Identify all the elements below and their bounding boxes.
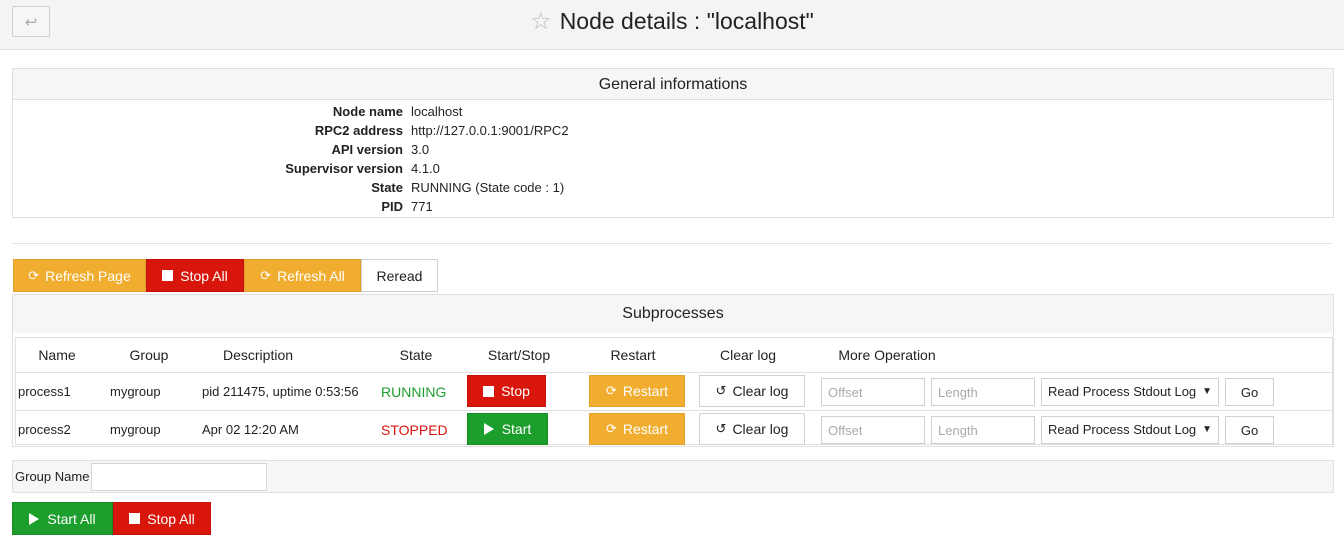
reread-label: Reread — [376, 267, 423, 284]
general-info-panel: General informations Node name localhost… — [12, 68, 1334, 218]
column-header-state: State — [399, 347, 433, 363]
restart-button[interactable]: ⟳ Restart — [589, 375, 685, 407]
refresh-icon: ⟳ — [605, 383, 617, 398]
page-title: Node details : "localhost" — [559, 7, 814, 34]
stop-icon — [162, 270, 174, 281]
info-value: http://127.0.0.1:9001/RPC2 — [411, 123, 569, 138]
table-row: process2 mygroup Apr 02 12:20 AM STOPPED… — [16, 410, 1332, 448]
info-row-node-name: Node name localhost — [13, 102, 1333, 121]
info-key: PID — [381, 199, 403, 214]
general-info-heading: General informations — [13, 69, 1333, 100]
info-key: Node name — [332, 104, 403, 119]
process-state: STOPPED — [381, 422, 448, 438]
clear-log-button[interactable]: ↺ Clear log — [699, 375, 805, 407]
length-input[interactable] — [931, 378, 1035, 406]
subprocesses-heading: Subprocesses — [13, 295, 1333, 333]
stop-all-button[interactable]: Stop All — [146, 259, 244, 292]
restart-label: Restart — [622, 383, 669, 399]
info-value: 4.1.0 — [411, 161, 440, 176]
info-value: 3.0 — [411, 142, 430, 157]
column-header-restart: Restart — [610, 347, 656, 363]
refresh-all-label: Refresh All — [277, 267, 345, 284]
subprocesses-panel: Subprocesses Name Group Description Stat… — [12, 294, 1334, 447]
clear-log-label: Clear log — [732, 383, 789, 399]
clear-log-label: Clear log — [732, 421, 789, 437]
stop-label: Stop — [501, 383, 530, 399]
process-description: Apr 02 12:20 AM — [202, 422, 299, 437]
operation-select-value: Read Process Stdout Log — [1048, 422, 1197, 437]
info-row-state: State RUNNING (State code : 1) — [13, 178, 1333, 197]
page-title-wrap: ☆ Node details : "localhost" — [0, 0, 1344, 42]
group-name-input[interactable] — [91, 463, 267, 491]
column-header-description: Description — [222, 347, 294, 363]
operation-select-value: Read Process Stdout Log — [1048, 384, 1197, 399]
column-header-more-operation: More Operation — [838, 347, 936, 363]
length-input[interactable] — [931, 416, 1035, 444]
star-icon[interactable]: ☆ — [530, 7, 552, 36]
column-header-name: Name — [38, 347, 76, 363]
table-row: process1 mygroup pid 211475, uptime 0:53… — [16, 372, 1332, 410]
play-icon — [483, 423, 494, 435]
offset-input[interactable] — [821, 416, 925, 444]
process-group: mygroup — [110, 422, 161, 437]
subprocesses-table: Name Group Description State Start/Stop … — [15, 337, 1333, 445]
stop-all-label: Stop All — [147, 510, 195, 527]
stop-process-button[interactable]: Stop — [467, 375, 546, 407]
process-name: process1 — [18, 384, 71, 399]
play-icon — [29, 512, 40, 525]
clear-log-button[interactable]: ↺ Clear log — [699, 413, 805, 445]
stop-all-group-button[interactable]: Stop All — [113, 502, 211, 535]
start-process-button[interactable]: Start — [467, 413, 548, 445]
process-description: pid 211475, uptime 0:53:56 — [202, 384, 359, 399]
info-key: Supervisor version — [285, 161, 403, 176]
process-state: RUNNING — [381, 384, 447, 400]
info-value: localhost — [411, 104, 463, 119]
refresh-icon: ⟳ — [260, 267, 272, 283]
offset-input[interactable] — [821, 378, 925, 406]
operation-select[interactable]: Read Process Stdout Log ▼ — [1041, 416, 1219, 444]
column-header-clear-log: Clear log — [719, 347, 777, 363]
start-label: Start — [501, 421, 532, 437]
top-bar: ↩ ☆ Node details : "localhost" — [0, 0, 1344, 50]
info-key: API version — [331, 142, 403, 157]
info-key: State — [371, 180, 403, 195]
history-icon: ↺ — [715, 421, 727, 436]
refresh-page-label: Refresh Page — [45, 267, 131, 284]
info-key: RPC2 address — [314, 123, 403, 138]
process-name: process2 — [18, 422, 71, 437]
process-group: mygroup — [110, 384, 161, 399]
group-name-bar: Group Name — [12, 460, 1334, 493]
go-button[interactable]: Go — [1225, 416, 1274, 444]
info-row-pid: PID 771 — [13, 197, 1333, 216]
go-button[interactable]: Go — [1225, 378, 1274, 406]
info-value: RUNNING (State code : 1) — [411, 180, 565, 195]
stop-icon — [129, 513, 141, 524]
operation-select[interactable]: Read Process Stdout Log ▼ — [1041, 378, 1219, 406]
info-row-supervisor-version: Supervisor version 4.1.0 — [13, 159, 1333, 178]
info-value: 771 — [411, 199, 433, 214]
restart-label: Restart — [622, 421, 669, 437]
caret-down-icon: ▼ — [1202, 386, 1212, 397]
start-all-button[interactable]: Start All — [12, 502, 113, 535]
stop-icon — [483, 385, 495, 397]
refresh-page-button[interactable]: ⟳ Refresh Page — [13, 259, 146, 292]
history-icon: ↺ — [715, 383, 727, 398]
stop-all-label: Stop All — [180, 267, 228, 284]
refresh-all-button[interactable]: ⟳ Refresh All — [244, 259, 361, 292]
start-all-label: Start All — [47, 510, 96, 527]
refresh-icon: ⟳ — [605, 421, 617, 436]
column-header-start-stop: Start/Stop — [487, 347, 551, 363]
caret-down-icon: ▼ — [1202, 424, 1212, 435]
restart-button[interactable]: ⟳ Restart — [589, 413, 685, 445]
reread-button[interactable]: Reread — [361, 259, 438, 292]
info-row-rpc2-address: RPC2 address http://127.0.0.1:9001/RPC2 — [13, 121, 1333, 140]
column-header-group: Group — [129, 347, 169, 363]
group-name-label: Group Name — [15, 469, 90, 484]
divider — [12, 243, 1332, 244]
refresh-icon: ⟳ — [28, 267, 40, 283]
info-row-api-version: API version 3.0 — [13, 140, 1333, 159]
